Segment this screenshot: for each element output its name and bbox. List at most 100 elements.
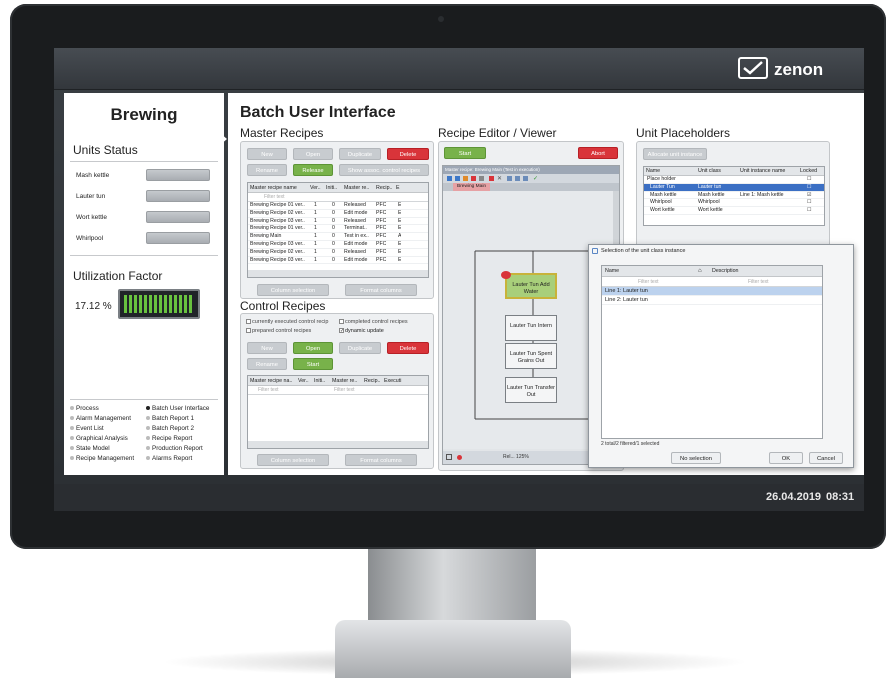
layout-icon[interactable] [515,176,520,181]
release-button[interactable]: Release [293,164,333,176]
column-header[interactable]: Initi.. [326,183,342,193]
column-selection-button[interactable]: Column selection [257,454,329,466]
filter-row[interactable]: Filter text Filter text [602,277,822,287]
abort-button[interactable]: Abort [578,147,618,159]
executed-checkbox[interactable]: currently executed control recip [246,319,328,325]
column-header[interactable]: Recip.. [376,183,394,193]
table-row[interactable]: Brewing Recipe 03 ver.. 1 0 Edit mode PFC E [248,257,428,265]
nav-item[interactable]: Batch Report 2 [146,425,209,435]
new-button[interactable]: New [247,342,287,354]
status-bar: 26.04.2019 08:31 [54,484,864,511]
nav-item[interactable]: Recipe Management [70,455,134,465]
column-header[interactable]: Unit instance name [740,167,798,176]
column-header[interactable]: Name [646,167,696,176]
table-row-selected[interactable]: Lauter Tun Lauter tun ☐ [644,183,824,192]
print-icon[interactable] [446,454,452,460]
show-control-recipes-button[interactable]: Show assoc. control recipes [339,164,429,176]
horizontal-scrollbar[interactable] [248,270,428,277]
duplicate-button[interactable]: Duplicate [339,342,381,354]
list-item[interactable]: Line 2: Lauter tun [602,296,822,305]
nav-item-active[interactable]: Batch User Interface [146,405,209,415]
sfc-step-intern[interactable]: Lauter Tun Intern [505,315,557,341]
rename-button[interactable]: Rename [247,164,287,176]
column-selection-button[interactable]: Column selection [257,284,329,296]
column-header[interactable]: Recip.. [364,376,382,386]
column-header[interactable]: Ver.. [298,376,312,386]
sfc-step-add-water[interactable]: Lauter Tun Add Water [505,273,557,299]
sfc-step-transfer-out[interactable]: Lauter Tun Transfer Out [505,377,557,403]
horizontal-scrollbar[interactable] [248,441,428,448]
column-header[interactable]: E [396,183,406,193]
table-row[interactable]: Brewing Recipe 03 ver.. 1 0 Edit mode PFC E [248,241,428,249]
format-columns-button[interactable]: Format columns [345,454,417,466]
abort-icon[interactable] [489,176,494,181]
column-header[interactable]: Locked [800,167,822,176]
delete-button[interactable]: Delete [387,342,429,354]
play-icon[interactable] [447,176,452,181]
column-header[interactable]: Initi.. [314,376,330,386]
completed-checkbox[interactable]: completed control recipes [339,319,408,325]
table-row[interactable]: Brewing Recipe 02 ver.. 1 0 Released PFC E [248,249,428,257]
grid-icon[interactable] [507,176,512,181]
start-button[interactable]: Start [444,147,486,159]
format-columns-button[interactable]: Format columns [345,284,417,296]
sfc-step-spent-grains[interactable]: Lauter Tun Spent Grains Out [505,343,557,369]
table-row[interactable]: Whirlpool Whirlpool ☐ [644,199,824,208]
duplicate-button[interactable]: Duplicate [339,148,381,160]
no-selection-button[interactable]: No selection [671,452,721,464]
zoom-icon[interactable] [523,176,528,181]
pause-icon[interactable] [455,176,460,181]
nav-item[interactable]: Alarms Report [146,455,209,465]
nav-item[interactable]: Recipe Report [146,435,209,445]
nav-item[interactable]: Production Report [146,445,209,455]
prepared-checkbox[interactable]: prepared control recipes [246,328,311,334]
column-header[interactable]: Executi [384,376,424,386]
filter-row[interactable]: Filter text Filter text [248,386,428,395]
open-button[interactable]: Open [293,148,333,160]
column-header[interactable]: Description [712,266,739,277]
nav-item[interactable]: Process [70,405,134,415]
open-button[interactable]: Open [293,342,333,354]
nav-item[interactable]: Event List [70,425,134,435]
list-item-selected[interactable]: Line 1: Lauter tun [602,287,822,296]
nav-item[interactable]: Graphical Analysis [70,435,134,445]
check-icon[interactable]: ✓ [533,175,538,182]
tab-brewing-main[interactable]: Brewing Main [453,183,491,191]
filter-row[interactable]: Filter text [248,193,428,202]
dynamic-update-checkbox[interactable]: ✓dynamic update [339,328,384,334]
ok-button[interactable]: OK [769,452,803,464]
table-row[interactable]: Place holder ☐ [644,176,824,184]
column-header[interactable]: Ver.. [310,183,324,193]
rename-button[interactable]: Rename [247,358,287,370]
column-header[interactable]: Master recipe name [250,183,308,193]
table-row[interactable]: Brewing Main 1 0 Test in ex.. PFC A [248,233,428,241]
column-header[interactable]: Master recipe na.. [250,376,296,386]
nav-item[interactable]: Alarm Management [70,415,134,425]
delete-button[interactable]: Delete [387,148,429,160]
nav-item[interactable]: Batch Report 1 [146,415,209,425]
units-status-title: Units Status [73,143,138,157]
pin-icon[interactable]: ⌂ [698,266,702,277]
nav-item[interactable]: State Model [70,445,134,455]
step-icon[interactable] [463,176,468,181]
cancel-button[interactable]: Cancel [809,452,843,464]
delete-icon[interactable]: ✕ [497,175,502,182]
start-button[interactable]: Start [293,358,333,370]
stop-icon[interactable] [471,176,476,181]
column-header[interactable]: Master re.. [332,376,362,386]
table-row[interactable]: Wort kettle Wort kettle ☐ [644,207,824,215]
table-row[interactable]: Brewing Recipe 03 ver.. 1 0 Released PFC E [248,218,428,226]
error-icon [457,455,462,460]
table-row[interactable]: Brewing Recipe 02 ver.. 1 0 Edit mode PFC E [248,210,428,218]
new-button[interactable]: New [247,148,287,160]
panel-title: Brewing [110,105,178,124]
column-header[interactable]: Unit class [698,167,738,176]
table-row[interactable]: Mash kettle Mash kettle Line 1: Mash kettl… [644,192,824,200]
table-row[interactable]: Brewing Recipe 01 ver.. 1 0 Released PFC E [248,202,428,210]
allocate-unit-button[interactable]: Allocate unit instance [643,148,707,160]
reset-icon[interactable] [479,176,484,181]
table-row[interactable]: Brewing Recipe 01 ver.. 1 0 Terminat.. PFC E [248,225,428,234]
column-header[interactable]: Name [605,266,619,277]
column-header[interactable]: Master re.. [344,183,374,193]
table-header: Name ⌂ Description [602,266,822,277]
